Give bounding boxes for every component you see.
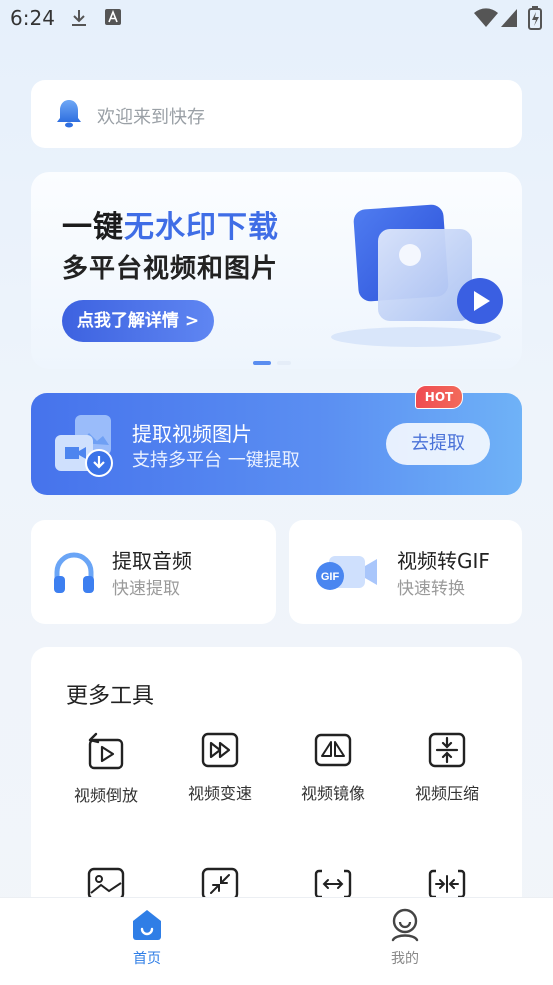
banner-pagination [253,350,297,369]
tool-label: 视频镜像 [300,784,365,803]
more-tools-heading: 更多工具 [66,684,155,709]
learn-more-button[interactable]: 点我了解详情 > [62,300,214,342]
extract-audio-title: 提取音频 [112,549,192,573]
video-reverse-icon [88,732,124,770]
banner-headline: 一键无水印下载 [62,202,279,246]
tool-video-mirror[interactable]: 视频镜像 [283,730,383,804]
bell-icon [55,98,83,134]
pagination-dot-active [253,361,271,365]
video-compress-icon [428,732,466,768]
tool-label: 视频压缩 [414,784,479,803]
tab-profile[interactable]: 我的 [365,908,445,968]
video-mirror-icon [314,733,352,767]
notice-text: 欢迎来到快存 [97,107,205,128]
crop-width-tool-icon[interactable] [428,867,466,901]
video-speed-icon [201,732,239,768]
extract-audio-subtitle: 快速提取 [112,579,180,599]
extract-media-icon [55,415,113,477]
headphones-icon [54,552,94,593]
extract-audio-card[interactable]: 提取音频 快速提取 [31,520,276,624]
media-illustration-icon [331,204,503,347]
signal-icon [500,8,518,32]
extract-subtitle: 支持多平台 一键提取 [132,450,300,471]
tool-video-compress[interactable]: 视频压缩 [397,730,497,804]
hot-badge: HOT [415,385,463,409]
tool-video-reverse[interactable]: 视频倒放 [56,732,156,806]
go-extract-button[interactable]: 去提取 [386,423,490,465]
status-bar: 6:24 [0,0,553,36]
video-to-gif-subtitle: 快速转换 [397,579,465,599]
shrink-tool-icon[interactable] [201,867,239,901]
gif-camera-icon: GIF [316,556,377,590]
promo-banner[interactable]: 一键无水印下载 多平台视频和图片 点我了解详情 > [31,172,522,369]
banner-headline-prefix: 一键 [62,210,124,245]
tool-video-speed[interactable]: 视频变速 [170,730,270,804]
extract-media-card[interactable]: HOT 提取视频图片 支持多平台 一键提取 去提取 [31,385,522,495]
bottom-tab-bar: 首页 我的 [0,897,553,985]
profile-icon [391,908,419,942]
gif-icon-text: GIF [321,571,340,583]
home-icon [133,910,161,940]
battery-icon [528,6,542,34]
tab-profile-label: 我的 [391,951,419,967]
notice-bar[interactable]: 欢迎来到快存 [31,80,522,148]
banner-subheadline: 多平台视频和图片 [62,254,279,284]
tab-home-label: 首页 [133,951,161,967]
expand-width-tool-icon[interactable] [314,867,352,901]
extract-title: 提取视频图片 [132,422,252,446]
tool-label: 视频倒放 [73,786,138,805]
wifi-icon [474,8,498,32]
image-tool-icon[interactable] [87,867,125,901]
video-to-gif-card[interactable]: GIF 视频转GIF 快速转换 [289,520,522,624]
text-format-icon [104,8,122,30]
video-to-gif-title: 视频转GIF [397,549,490,573]
status-time: 6:24 [10,6,55,30]
pagination-dot [277,361,291,365]
download-icon [70,8,88,32]
tool-label: 视频变速 [187,784,252,803]
banner-headline-highlight: 无水印下载 [124,210,279,245]
tab-home[interactable]: 首页 [107,908,187,968]
